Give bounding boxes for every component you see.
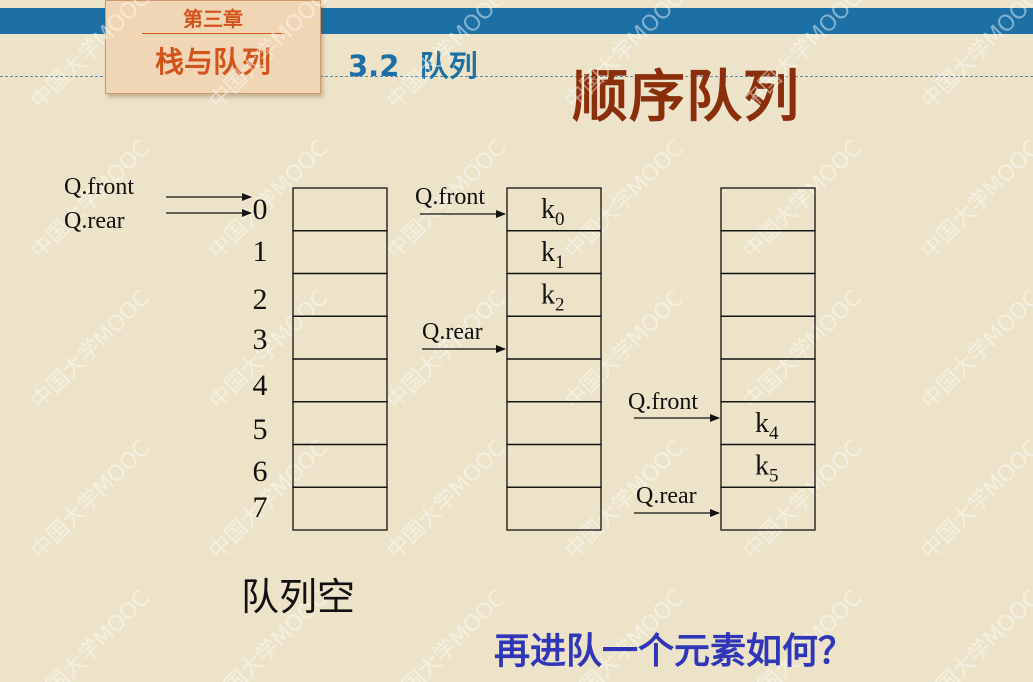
queue-cell [506, 358, 602, 403]
queue-cell [506, 443, 602, 488]
queue-cell [720, 187, 816, 232]
index-label: 6 [253, 455, 268, 488]
queue-cell [292, 486, 388, 531]
index-label: 2 [253, 283, 268, 316]
element-name: k [755, 451, 769, 482]
queue-cell [506, 486, 602, 531]
index-label: 3 [253, 323, 268, 356]
question-text: 再进队一个元素如何？ [494, 631, 855, 672]
element-subscript: 4 [769, 423, 779, 444]
rear-pointer-label: Q.rear [64, 208, 125, 234]
queue-diagram: 01234567Q.frontQ.rear k0k1k2Q.frontQ.rear… [64, 174, 816, 531]
queue-cell [720, 315, 816, 360]
element-subscript: 0 [555, 209, 565, 230]
element-subscript: 5 [769, 466, 779, 487]
cell-element: k2 [541, 280, 565, 316]
element-name: k [541, 194, 555, 225]
cell-element: k0 [541, 194, 565, 230]
cell-element: k4 [755, 408, 779, 444]
queue-cell [720, 272, 816, 317]
element-subscript: 2 [555, 295, 565, 316]
queue-cell [292, 272, 388, 317]
front-pointer-label: Q.front [415, 184, 485, 210]
cell-element: k5 [755, 451, 779, 487]
queue-cell [292, 401, 388, 446]
element-name: k [541, 280, 555, 311]
queue-cell [292, 358, 388, 403]
queue-array-1 [292, 187, 388, 531]
cell-element: k1 [541, 237, 565, 273]
index-label: 1 [253, 235, 268, 268]
queue-cell [720, 358, 816, 403]
rear-pointer-label: Q.rear [422, 319, 483, 345]
queue-cell [292, 187, 388, 232]
queue-cell [720, 230, 816, 275]
index-label: 4 [253, 369, 268, 402]
index-label: 0 [253, 193, 268, 226]
queue-empty-label: 队列空 [241, 575, 356, 619]
front-pointer-label: Q.front [64, 174, 134, 200]
front-pointer-label: Q.front [628, 389, 698, 415]
element-subscript: 1 [555, 252, 565, 273]
queue-cell [292, 230, 388, 275]
queue-cell [292, 315, 388, 360]
queue-array-3: k4k5 [720, 187, 816, 531]
queue-array-2: k0k1k2 [506, 187, 602, 531]
queue-cell [292, 443, 388, 488]
queue-cell [506, 401, 602, 446]
element-name: k [755, 408, 769, 439]
queue-cell [720, 486, 816, 531]
index-label: 7 [253, 491, 268, 524]
queue-cell [506, 315, 602, 360]
rear-pointer-label: Q.rear [636, 483, 697, 509]
index-label: 5 [253, 413, 268, 446]
element-name: k [541, 237, 555, 268]
